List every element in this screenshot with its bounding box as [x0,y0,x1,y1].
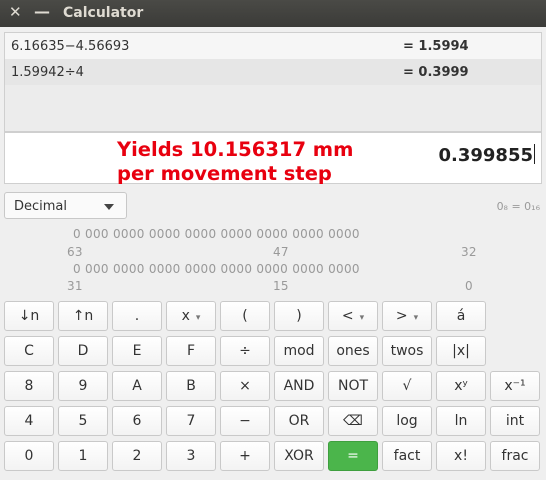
annotation-line-1: Yields 10.156317 mm [117,138,354,161]
bit-label: 63 [67,245,83,259]
shift-down-button[interactable]: ↓n [4,301,54,331]
xor-button[interactable]: XOR [274,441,324,471]
bit-label: 0 [465,279,473,293]
variable-button[interactable]: x ▾ [166,301,216,331]
shift-left-label: < [341,308,354,324]
shift-right-label: > [395,308,408,324]
log-button[interactable]: log [382,406,432,436]
not-button[interactable]: NOT [328,371,378,401]
character-button[interactable]: á [436,301,486,331]
backspace-icon: ⌫ [343,413,363,429]
digit-4-button[interactable]: 4 [4,406,54,436]
divide-button[interactable]: ÷ [220,336,270,366]
square-root-button[interactable]: √ [382,371,432,401]
history-expression: 1.59942÷4 [11,65,84,80]
digit-5-button[interactable]: 5 [58,406,108,436]
text-cursor [534,144,535,164]
mode-select-value: Decimal [14,199,68,214]
twos-complement-button[interactable]: twos [382,336,432,366]
entry-value: 0.399855 [438,145,533,166]
power-button[interactable]: xʸ [436,371,486,401]
base-indicator: 0₈ = 0₁₆ [496,200,540,213]
chevron-down-icon [104,204,114,210]
shift-left-button[interactable]: < ▾ [328,301,378,331]
digit-a-button[interactable]: A [112,371,162,401]
shift-right-button[interactable]: > ▾ [382,301,432,331]
history-panel: 6.16635−4.56693 = 1.5994 1.59942÷4 = 0.3… [4,32,542,132]
digit-6-button[interactable]: 6 [112,406,162,436]
bit-label: 32 [461,245,477,259]
variable-button-label: x [181,308,190,324]
bit-row-2[interactable]: 0 000 0000 0000 0000 0000 0000 0000 0000 [73,262,360,276]
digit-c-button[interactable]: C [4,336,54,366]
history-expression: 6.16635−4.56693 [11,39,130,54]
digit-f-button[interactable]: F [166,336,216,366]
absolute-value-button[interactable]: |x| [436,336,486,366]
annotation-text: Yields 10.156317 mm per movement step [117,138,353,186]
subtract-button[interactable]: − [220,406,270,436]
chevron-down-icon: ▾ [195,313,201,323]
and-button[interactable]: AND [274,371,324,401]
fraction-button[interactable]: frac [490,441,540,471]
equals-button[interactable]: = [328,441,378,471]
inverse-button[interactable]: x⁻¹ [490,371,540,401]
multiply-button[interactable]: × [220,371,270,401]
factorize-button[interactable]: fact [382,441,432,471]
history-result: = 1.5994 [403,39,469,54]
ones-complement-button[interactable]: ones [328,336,378,366]
close-icon[interactable]: ✕ [9,3,22,21]
bit-label: 47 [273,245,289,259]
chevron-down-icon: ▾ [413,313,419,323]
entry-value-wrapper: 0.399855 [438,144,535,166]
decimal-point-button[interactable]: . [112,301,162,331]
digit-2-button[interactable]: 2 [112,441,162,471]
bit-label: 31 [67,279,83,293]
digit-3-button[interactable]: 3 [166,441,216,471]
open-paren-button[interactable]: ( [220,301,270,331]
or-button[interactable]: OR [274,406,324,436]
window-title: Calculator [63,5,144,21]
annotation-line-2: per movement step [117,162,332,185]
int-button[interactable]: int [490,406,540,436]
shift-up-button[interactable]: ↑n [58,301,108,331]
digit-e-button[interactable]: E [112,336,162,366]
entry-field[interactable]: Yields 10.156317 mm per movement step 0.… [4,132,542,186]
bit-row-1[interactable]: 0 000 0000 0000 0000 0000 0000 0000 0000 [73,227,360,241]
factorial-button[interactable]: x! [436,441,486,471]
digit-b-button[interactable]: B [166,371,216,401]
digit-9-button[interactable]: 9 [58,371,108,401]
mode-select[interactable]: Decimal [4,192,127,219]
digit-1-button[interactable]: 1 [58,441,108,471]
history-row[interactable]: 6.16635−4.56693 = 1.5994 [5,33,541,59]
digit-d-button[interactable]: D [58,336,108,366]
mod-button[interactable]: mod [274,336,324,366]
close-paren-button[interactable]: ) [274,301,324,331]
add-button[interactable]: + [220,441,270,471]
history-row[interactable]: 1.59942÷4 = 0.3999 [5,59,541,85]
title-bar: ✕ — Calculator [0,0,546,27]
digit-8-button[interactable]: 8 [4,371,54,401]
chevron-down-icon: ▾ [359,313,365,323]
digit-0-button[interactable]: 0 [4,441,54,471]
digit-7-button[interactable]: 7 [166,406,216,436]
ln-button[interactable]: ln [436,406,486,436]
history-result: = 0.3999 [403,65,469,80]
minimize-icon[interactable]: — [34,2,50,21]
bit-label: 15 [273,279,289,293]
backspace-button[interactable]: ⌫ [328,406,378,436]
